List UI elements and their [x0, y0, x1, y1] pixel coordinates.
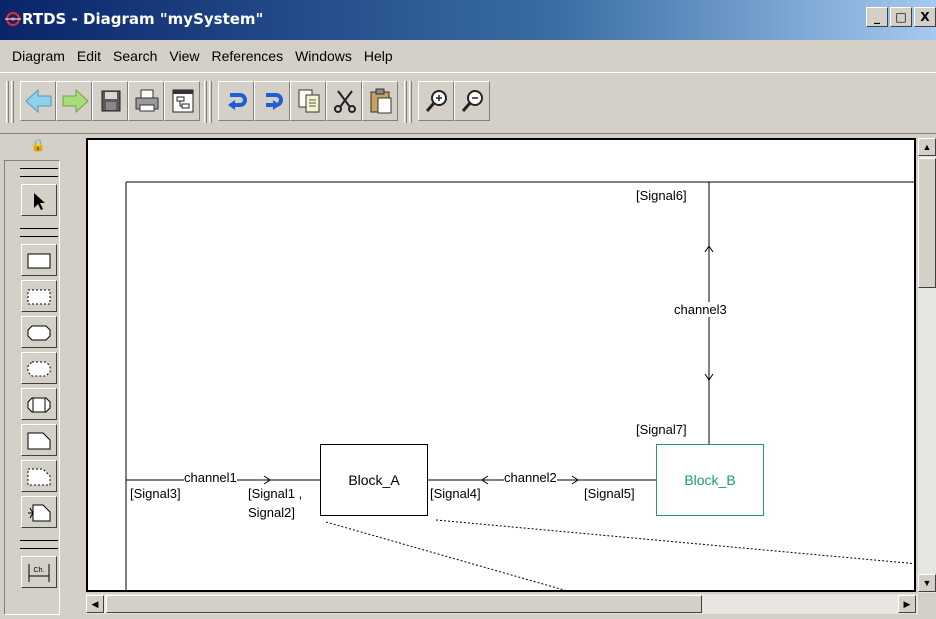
scroll-right-arrow-icon[interactable]: ▶	[898, 595, 916, 613]
gate-tool-button[interactable]	[21, 496, 57, 528]
dashed-process-icon	[27, 361, 51, 377]
select-arrow-icon	[34, 193, 45, 210]
dashed-comment-tool-button[interactable]	[21, 460, 57, 492]
channel-tool-button[interactable]: Ch.	[21, 556, 57, 588]
back-arrow-icon	[25, 88, 52, 114]
title-bar: RTDS - Diagram "mySystem" _ □ X	[0, 0, 936, 40]
print-icon	[135, 89, 159, 112]
process-tool-button[interactable]	[21, 316, 57, 348]
block-class-tool-button[interactable]	[21, 388, 57, 420]
lock-icon[interactable]: 🔒	[28, 138, 48, 154]
toolbar-separator	[404, 81, 407, 123]
copy-icon	[298, 89, 320, 113]
paste-button[interactable]	[362, 81, 398, 121]
channel-tool-label: Ch.	[34, 567, 45, 574]
signal1-label: [Signal1 ,	[248, 486, 303, 501]
channel-icon: Ch.	[28, 564, 50, 582]
signal5-label: [Signal5]	[584, 486, 635, 501]
close-button[interactable]: X	[914, 7, 936, 27]
menu-edit[interactable]: Edit	[71, 48, 107, 64]
signal6-label: [Signal6]	[636, 188, 687, 203]
signal7-label: [Signal7]	[636, 422, 687, 437]
block-class-icon	[27, 397, 51, 413]
block-tool-button[interactable]	[21, 244, 57, 276]
dashed-block-icon	[27, 289, 51, 305]
back-button[interactable]	[20, 81, 56, 121]
paste-icon	[370, 88, 392, 114]
process-icon	[27, 325, 51, 341]
dashed-comment-icon	[27, 468, 51, 486]
forward-button[interactable]	[56, 81, 92, 121]
forward-arrow-icon	[62, 88, 89, 114]
toolbar-separator	[204, 81, 207, 123]
dashed-block-tool-button[interactable]	[21, 280, 57, 312]
toolbar-separator	[409, 81, 412, 123]
menu-bar: Diagram Edit Search View References Wind…	[0, 42, 936, 70]
rtds-app-icon	[5, 12, 21, 26]
toolbar-separator	[209, 81, 212, 123]
zoom-out-button[interactable]	[454, 81, 490, 121]
copy-button[interactable]	[290, 81, 326, 121]
palette-separator	[20, 168, 58, 177]
scroll-up-arrow-icon[interactable]: ▲	[918, 138, 936, 156]
channel2-label[interactable]: channel2	[504, 470, 557, 485]
print-button[interactable]	[128, 81, 164, 121]
block-b[interactable]: Block_B	[656, 444, 764, 516]
block-icon	[27, 253, 51, 269]
signal4-label: [Signal4]	[430, 486, 481, 501]
dotted-leader-2	[435, 519, 914, 565]
diagram-canvas[interactable]: Block_A Block_B channel1 channel2 channe…	[86, 138, 916, 592]
toolbar	[0, 72, 936, 134]
menu-search[interactable]: Search	[107, 48, 163, 64]
palette-separator	[20, 540, 58, 549]
vertical-scrollbar[interactable]: ▲ ▼	[918, 138, 936, 593]
tool-palette: Ch.	[16, 162, 58, 612]
cut-button[interactable]	[326, 81, 362, 121]
zoom-out-icon	[461, 90, 483, 112]
minimize-button[interactable]: _	[866, 7, 888, 27]
diagram-window-button[interactable]	[164, 81, 200, 121]
channel1-label[interactable]: channel1	[184, 470, 237, 485]
select-tool-button[interactable]	[21, 184, 57, 216]
signal3-label: [Signal3]	[130, 486, 181, 501]
menu-windows[interactable]: Windows	[289, 48, 358, 64]
menu-references[interactable]: References	[205, 48, 289, 64]
maximize-button[interactable]: □	[890, 7, 912, 27]
block-a[interactable]: Block_A	[320, 444, 428, 516]
save-button[interactable]	[92, 81, 128, 121]
scroll-down-arrow-icon[interactable]: ▼	[918, 574, 936, 592]
horizontal-scroll-thumb[interactable]	[106, 595, 702, 613]
horizontal-scrollbar[interactable]: ◀ ▶	[86, 594, 918, 614]
comment-tool-button[interactable]	[21, 424, 57, 456]
dotted-leader-1	[325, 521, 566, 590]
redo-button[interactable]	[254, 81, 290, 121]
redo-icon	[266, 93, 283, 110]
undo-button[interactable]	[218, 81, 254, 121]
comment-icon	[27, 432, 51, 450]
scroll-left-arrow-icon[interactable]: ◀	[86, 595, 104, 613]
vertical-scroll-thumb[interactable]	[918, 158, 936, 288]
menu-view[interactable]: View	[163, 48, 205, 64]
zoom-in-button[interactable]	[418, 81, 454, 121]
zoom-in-icon	[425, 90, 447, 112]
gate-icon	[28, 504, 51, 522]
channel3-label[interactable]: channel3	[674, 302, 727, 317]
window-title: RTDS - Diagram "mySystem"	[22, 10, 264, 28]
diagram-lines	[125, 181, 914, 590]
signal2-label: Signal2]	[248, 505, 295, 520]
save-icon	[101, 90, 121, 112]
toolbar-grip[interactable]	[11, 81, 14, 123]
undo-icon	[228, 93, 247, 110]
palette-separator	[20, 228, 58, 237]
menu-help[interactable]: Help	[358, 48, 399, 64]
toolbar-grip[interactable]	[6, 81, 9, 123]
dashed-process-tool-button[interactable]	[21, 352, 57, 384]
diagram-window-icon	[172, 89, 194, 113]
cut-icon	[334, 90, 356, 113]
menu-diagram[interactable]: Diagram	[6, 48, 71, 64]
